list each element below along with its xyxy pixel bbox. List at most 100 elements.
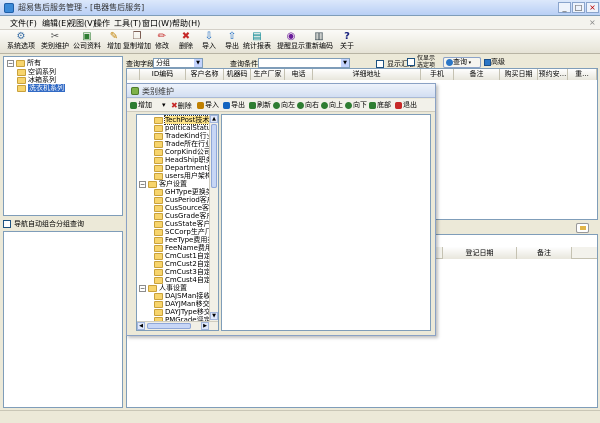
menu-file[interactable]: 文件(F) xyxy=(10,18,37,29)
collapse-icon[interactable]: − xyxy=(7,59,14,67)
statistics-report-button[interactable]: ▤ 统计报表 xyxy=(240,31,274,53)
dialog-export-button[interactable]: 导出 xyxy=(223,101,245,110)
grid-header: ID编码 客户名称 机器码 生产厂家 电话 详细地址 手机 备注 购买日期 预约… xyxy=(127,69,597,80)
folder-icon xyxy=(154,124,163,132)
company-icon: ▣ xyxy=(82,31,92,42)
dialog-delete-label: 删除 xyxy=(177,102,192,110)
folder-icon xyxy=(154,188,163,196)
menu-view[interactable]: 视图(V) xyxy=(68,18,96,29)
dialog-move-right-button[interactable]: 向右 xyxy=(297,101,319,110)
dialog-exit-button[interactable]: 退出 xyxy=(395,101,417,110)
advanced-button[interactable]: 高级 xyxy=(484,57,516,68)
detail-column-header[interactable]: 备注 xyxy=(517,247,572,259)
folder-icon xyxy=(580,226,586,230)
query-field-value: 分组 xyxy=(156,59,170,67)
minimize-button[interactable]: _ xyxy=(558,2,571,13)
dialog-title-bar[interactable]: 类别维护 xyxy=(127,84,435,98)
menu-window[interactable]: 窗口(W) xyxy=(142,18,172,29)
dialog-bottom-button[interactable]: 底部 xyxy=(369,101,391,110)
grid-column-header[interactable]: 重... xyxy=(568,69,597,80)
about-button[interactable]: ? 关于 xyxy=(330,31,364,53)
maximize-button[interactable]: □ xyxy=(572,2,585,13)
grid-column-header[interactable]: 手机 xyxy=(421,69,454,80)
grid-column-header[interactable]: 机器码 xyxy=(224,69,251,80)
grid-column-header[interactable]: 详细地址 xyxy=(313,69,421,80)
grid-column-header[interactable]: 预约安... xyxy=(538,69,568,80)
collapse-icon[interactable]: − xyxy=(139,284,146,292)
grid-column-header[interactable]: 客户名称 xyxy=(186,69,224,80)
detail-column-header[interactable]: 登记日期 xyxy=(443,247,517,259)
grid-column-header[interactable]: 电话 xyxy=(285,69,313,80)
close-button[interactable]: × xyxy=(586,2,599,13)
folder-icon xyxy=(154,276,163,284)
scroll-left-icon[interactable]: ◀ xyxy=(137,322,145,330)
grid-column-header[interactable]: 备注 xyxy=(454,69,500,80)
folder-icon xyxy=(17,68,26,76)
query-condition-input[interactable]: ▼ xyxy=(258,58,350,68)
dialog-item-list[interactable] xyxy=(221,114,431,331)
dialog-delete-button[interactable]: ✖删除 xyxy=(171,101,192,111)
menu-edit[interactable]: 编辑(E) xyxy=(42,18,69,29)
dialog-move-left-button[interactable]: 向左 xyxy=(273,101,295,110)
dialog-tree-hscroll[interactable]: ◀ ▶ xyxy=(137,321,218,330)
tree-node-washer[interactable]: 洗衣机系列 xyxy=(17,84,65,93)
grid-column-header[interactable]: 生产厂家 xyxy=(251,69,285,80)
dialog-refresh-button[interactable]: 刷新 xyxy=(249,101,271,110)
scroll-right-icon[interactable]: ▶ xyxy=(201,322,209,330)
query-button[interactable]: 查询 ▾ xyxy=(443,57,481,68)
nav-auto-group-checkbox[interactable] xyxy=(3,220,11,228)
folder-icon xyxy=(154,292,163,300)
dialog-title: 类别维护 xyxy=(142,87,174,96)
search-icon xyxy=(446,58,453,66)
nav-auto-group-option[interactable]: 导航自动组合分组查询 xyxy=(3,218,123,230)
scroll-down-icon[interactable]: ▼ xyxy=(210,312,218,320)
scroll-thumb[interactable] xyxy=(147,323,191,329)
dialog-move-right-label: 向右 xyxy=(305,101,319,109)
grid-column-header[interactable]: ID编码 xyxy=(140,69,186,80)
advanced-button-label: 高级 xyxy=(491,58,505,66)
folder-icon xyxy=(154,220,163,228)
import-icon xyxy=(197,101,204,109)
folder-icon xyxy=(16,59,25,67)
query-field-select[interactable]: 分组 ▼ xyxy=(153,58,203,68)
reminder-icon: ◉ xyxy=(286,31,296,42)
tree-node-label: 洗衣机系列 xyxy=(28,84,65,92)
menu-operate[interactable]: 操作 xyxy=(94,18,110,29)
folder-icon xyxy=(148,180,157,188)
dialog-move-down-label: 向下 xyxy=(353,101,367,109)
splitter-toggle-icon[interactable] xyxy=(576,223,589,233)
scroll-up-icon[interactable]: ▲ xyxy=(210,115,218,123)
menu-tools[interactable]: 工具(T) xyxy=(114,18,141,29)
collapse-icon[interactable]: − xyxy=(139,180,146,188)
menu-help[interactable]: 帮助(H) xyxy=(172,18,200,29)
folder-icon xyxy=(148,284,157,292)
window-title: 超易售后服务管理 - [电器售后服务] xyxy=(18,3,145,12)
grid-column-header[interactable]: 购买日期 xyxy=(500,69,538,80)
dialog-category-tree: TechPost技术职位 politicalStatus政治面貌 TradeKi… xyxy=(136,114,219,331)
dialog-import-button[interactable]: 导入 xyxy=(197,101,219,110)
dialog-toolbar: 增加 ▾ ✖删除 导入 导出 刷新 向左 向右 向上 向下 底部 退出 xyxy=(127,99,435,112)
arrow-right-icon xyxy=(297,101,304,109)
app-icon xyxy=(4,3,14,13)
dialog-refresh-label: 刷新 xyxy=(257,101,271,109)
dialog-move-up-button[interactable]: 向上 xyxy=(321,101,343,110)
chevron-down-icon: ▼ xyxy=(194,59,202,67)
scroll-thumb[interactable] xyxy=(211,124,217,188)
dialog-move-left-label: 向左 xyxy=(281,101,295,109)
group-query-pane xyxy=(3,231,123,408)
folder-icon xyxy=(154,260,163,268)
folder-icon xyxy=(154,132,163,140)
only-selected-checkbox[interactable] xyxy=(407,58,415,66)
dialog-add-button[interactable]: 增加 xyxy=(130,101,152,110)
inner-close-button[interactable]: × xyxy=(589,18,596,27)
folder-icon xyxy=(17,76,26,84)
system-options-button[interactable]: ⚙ 系统选项 xyxy=(4,31,38,53)
show-summary-checkbox[interactable] xyxy=(376,60,384,68)
dialog-tree-vscroll[interactable]: ▲ ▼ xyxy=(209,115,218,321)
query-button-label: 查询 xyxy=(453,58,467,66)
tree-node-all[interactable]: − 所有 xyxy=(7,59,41,68)
folder-icon xyxy=(17,84,26,92)
dialog-add-dropdown[interactable]: ▾ xyxy=(162,101,166,110)
dialog-move-down-button[interactable]: 向下 xyxy=(345,101,367,110)
category-maintenance-button[interactable]: ✂ 类别维护 xyxy=(38,31,72,53)
